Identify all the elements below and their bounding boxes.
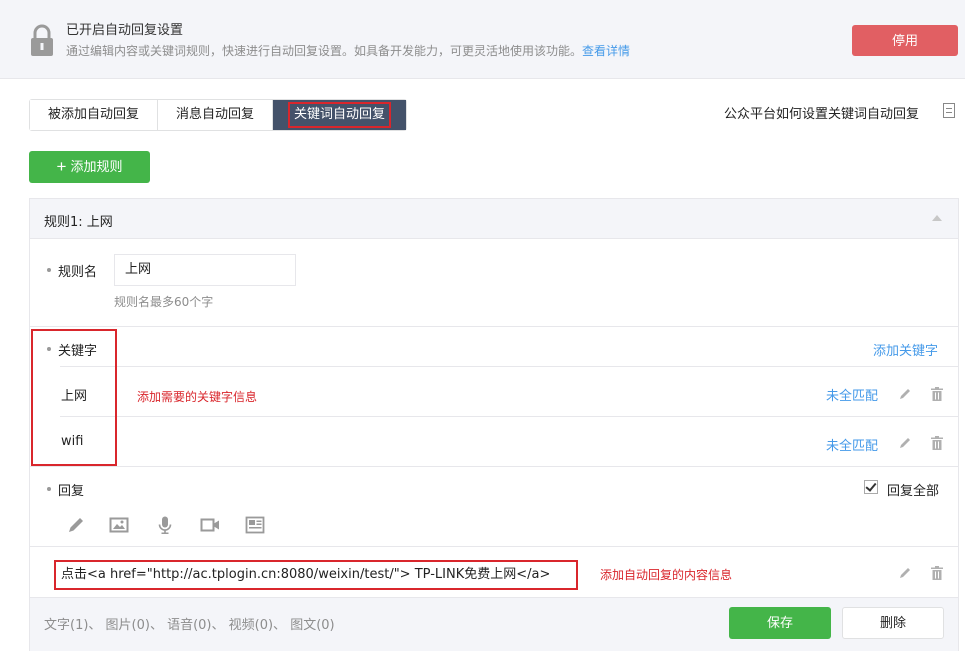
edit-icon[interactable] xyxy=(898,436,912,450)
divider xyxy=(30,326,958,327)
rule-name-input[interactable]: 上网 xyxy=(114,254,296,286)
lock-icon xyxy=(31,24,53,56)
rule-name-label: 规则名 xyxy=(58,265,98,280)
disable-button[interactable]: 停用 xyxy=(852,25,958,56)
add-rule-label: 添加规则 xyxy=(70,159,123,174)
delete-icon[interactable] xyxy=(931,387,943,401)
tab-keyword-auto-reply[interactable]: 关键词自动回复 xyxy=(273,100,407,130)
edit-icon[interactable] xyxy=(898,387,912,401)
microphone-icon[interactable] xyxy=(155,515,175,535)
reply-type-tabs: 被添加自动回复 消息自动回复 关键词自动回复 xyxy=(29,99,408,131)
add-keyword-link[interactable]: 添加关键字 xyxy=(873,340,938,359)
plus-icon: + xyxy=(56,157,67,176)
save-button[interactable]: 保存 xyxy=(729,607,831,639)
collapse-icon[interactable] xyxy=(932,215,942,221)
divider xyxy=(30,546,958,547)
keyword-annotation: 添加需要的关键字信息 xyxy=(137,390,258,404)
divider xyxy=(60,416,958,417)
add-rule-button[interactable]: + 添加规则 xyxy=(29,151,150,183)
delete-icon[interactable] xyxy=(931,436,943,450)
notice-title: 已开启自动回复设置 xyxy=(66,23,184,38)
keyword-match-toggle[interactable]: 未全匹配 xyxy=(826,435,878,454)
tab-keyword-label: 关键词自动回复 xyxy=(288,102,392,128)
notice-desc-text: 通过编辑内容或关键词规则，快速进行自动回复设置。如具备开发能力，可更灵活地使用该… xyxy=(66,44,583,58)
keyword-highlight-box xyxy=(31,329,117,466)
delete-icon[interactable] xyxy=(931,566,943,580)
tab-message-auto-reply[interactable]: 消息自动回复 xyxy=(158,100,274,130)
notice-description: 通过编辑内容或关键词规则，快速进行自动回复设置。如具备开发能力，可更灵活地使用该… xyxy=(66,42,630,59)
reply-label: 回复 xyxy=(58,484,85,499)
reply-content[interactable]: 点击<a href="http://ac.tplogin.cn:8080/wei… xyxy=(54,560,578,590)
tab-added-auto-reply[interactable]: 被添加自动回复 xyxy=(30,100,159,130)
rule-header[interactable]: 规则1: 上网 xyxy=(30,199,958,239)
rule-panel: 规则1: 上网 规则名 上网 规则名最多60个字 关键字 添加关键字 上网 添加… xyxy=(29,198,959,651)
help-link[interactable]: 公众平台如何设置关键词自动回复 xyxy=(724,103,919,122)
rule-title: 规则1: 上网 xyxy=(44,215,113,230)
reply-all-checkbox[interactable] xyxy=(864,480,878,494)
reply-counts: 文字(1)、 图片(0)、 语音(0)、 视频(0)、 图文(0) xyxy=(44,618,335,633)
notice-bar: 已开启自动回复设置 通过编辑内容或关键词规则，快速进行自动回复设置。如具备开发能… xyxy=(0,0,965,79)
text-pencil-icon[interactable] xyxy=(66,515,86,535)
document-icon[interactable] xyxy=(943,103,955,118)
view-details-link[interactable]: 查看详情 xyxy=(582,44,630,58)
bullet-dot xyxy=(47,487,51,491)
news-article-icon[interactable] xyxy=(245,515,265,535)
bullet-dot xyxy=(47,268,51,272)
rule-name-hint: 规则名最多60个字 xyxy=(114,295,214,309)
reply-all-label: 回复全部 xyxy=(887,484,940,499)
delete-button[interactable]: 删除 xyxy=(842,607,944,639)
edit-icon[interactable] xyxy=(898,566,912,580)
divider xyxy=(60,366,958,367)
rule-footer: 文字(1)、 图片(0)、 语音(0)、 视频(0)、 图文(0) 保存 删除 xyxy=(30,597,958,651)
divider xyxy=(30,466,958,467)
reply-annotation: 添加自动回复的内容信息 xyxy=(600,568,733,582)
keyword-match-toggle[interactable]: 未全匹配 xyxy=(826,385,878,404)
image-icon[interactable] xyxy=(109,515,129,535)
video-icon[interactable] xyxy=(200,515,220,535)
